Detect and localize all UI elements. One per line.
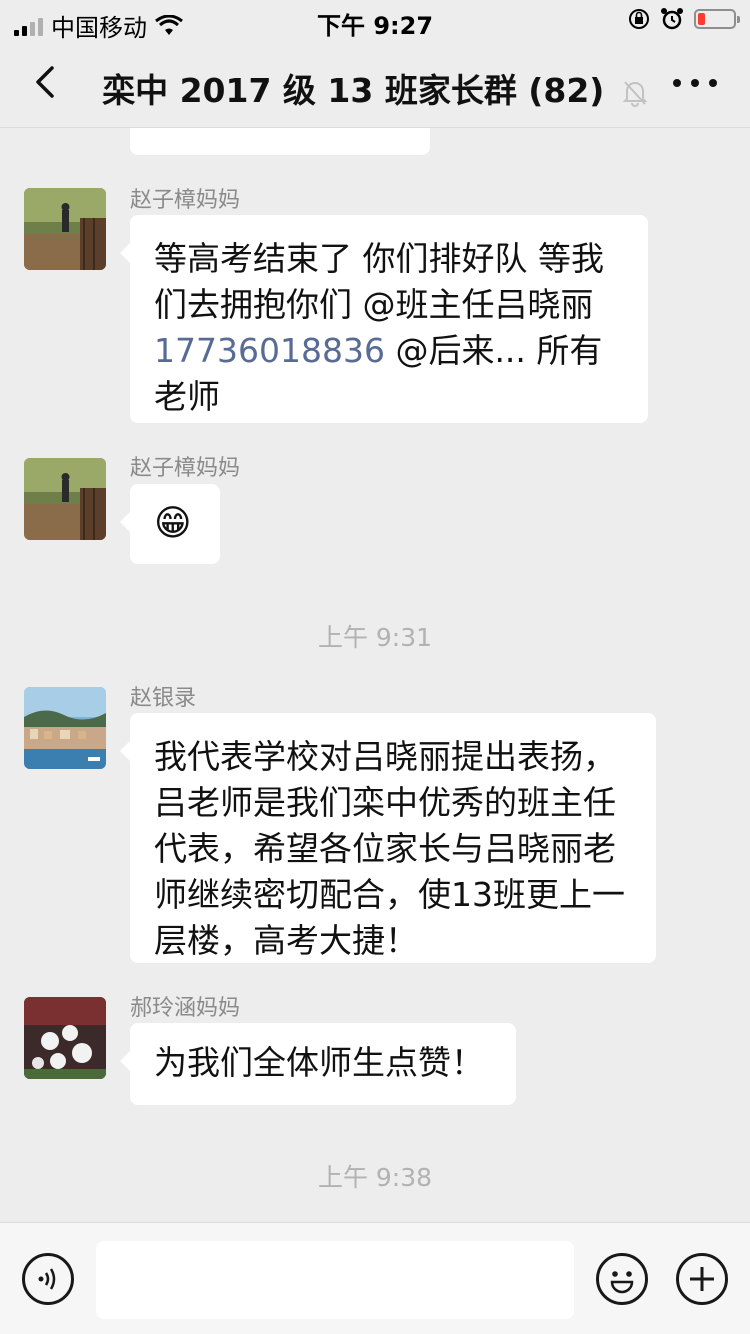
sender-name: 赵子樟妈妈	[130, 188, 241, 213]
avatar-photo-icon	[24, 997, 106, 1079]
battery-icon	[694, 9, 740, 29]
message-text: 我代表学校对吕晓丽提出表扬，吕老师是我们栾中优秀的班主任代表，希望各位家长与吕晓…	[154, 737, 625, 960]
timestamp: 上午 9:38	[317, 1163, 433, 1192]
nav-bar: 栾中 2017 级 13 班家长群 (82)	[0, 40, 750, 128]
message-text: 等高考结束了 你们排好队 等我们去拥抱你们 @班主任吕晓丽	[154, 239, 604, 324]
message-input[interactable]	[96, 1241, 574, 1319]
message-bubble[interactable]: 我代表学校对吕晓丽提出表扬，吕老师是我们栾中优秀的班主任代表，希望各位家长与吕晓…	[120, 713, 656, 963]
rotation-lock-icon	[629, 9, 649, 29]
message-bubble[interactable]: 等高考结束了 你们排好队 等我们去拥抱你们 @班主任吕晓丽 17736018836…	[120, 215, 648, 423]
avatar[interactable]	[24, 188, 106, 270]
more-dots-icon[interactable]	[670, 72, 720, 94]
chat-title: 栾中 2017 级 13 班家长群 (82)	[0, 64, 750, 112]
status-right	[628, 7, 740, 31]
alarm-icon	[661, 8, 683, 30]
plus-icon[interactable]	[676, 1253, 728, 1305]
input-bar	[0, 1222, 750, 1334]
sender-name: 郝玲涵妈妈	[130, 996, 241, 1021]
avatar[interactable]	[24, 458, 106, 540]
avatar-photo-icon	[24, 188, 106, 270]
emoji-bubble[interactable]: 😁	[120, 484, 220, 564]
avatar[interactable]	[24, 997, 106, 1079]
voice-icon[interactable]	[22, 1253, 74, 1305]
message-text: 为我们全体师生点赞！	[154, 1043, 484, 1082]
message-bubble[interactable]: 为我们全体师生点赞！	[120, 1023, 516, 1105]
status-bar: 中国移动 下午 9:27	[0, 0, 750, 42]
avatar-photo-icon	[24, 687, 106, 769]
sender-name: 赵子樟妈妈	[130, 456, 241, 481]
chat-title-text: 栾中 2017 级 13 班家长群 (82)	[102, 71, 605, 110]
avatar[interactable]	[24, 687, 106, 769]
timestamp: 上午 9:31	[317, 623, 433, 652]
phone-link[interactable]: 17736018836	[154, 331, 385, 370]
emoji-icon[interactable]	[596, 1253, 648, 1305]
bell-muted-icon	[622, 80, 648, 107]
grinning-emoji-icon: 😁	[154, 503, 192, 544]
avatar-photo-icon	[24, 458, 106, 540]
chat-area[interactable]: 赵子樟妈妈 等高考结束了 你们排好队 等我们去拥抱你们 @班主任吕晓丽 17736…	[0, 128, 750, 1222]
previous-message-bubble[interactable]	[130, 128, 430, 155]
sender-name: 赵银录	[130, 686, 197, 711]
